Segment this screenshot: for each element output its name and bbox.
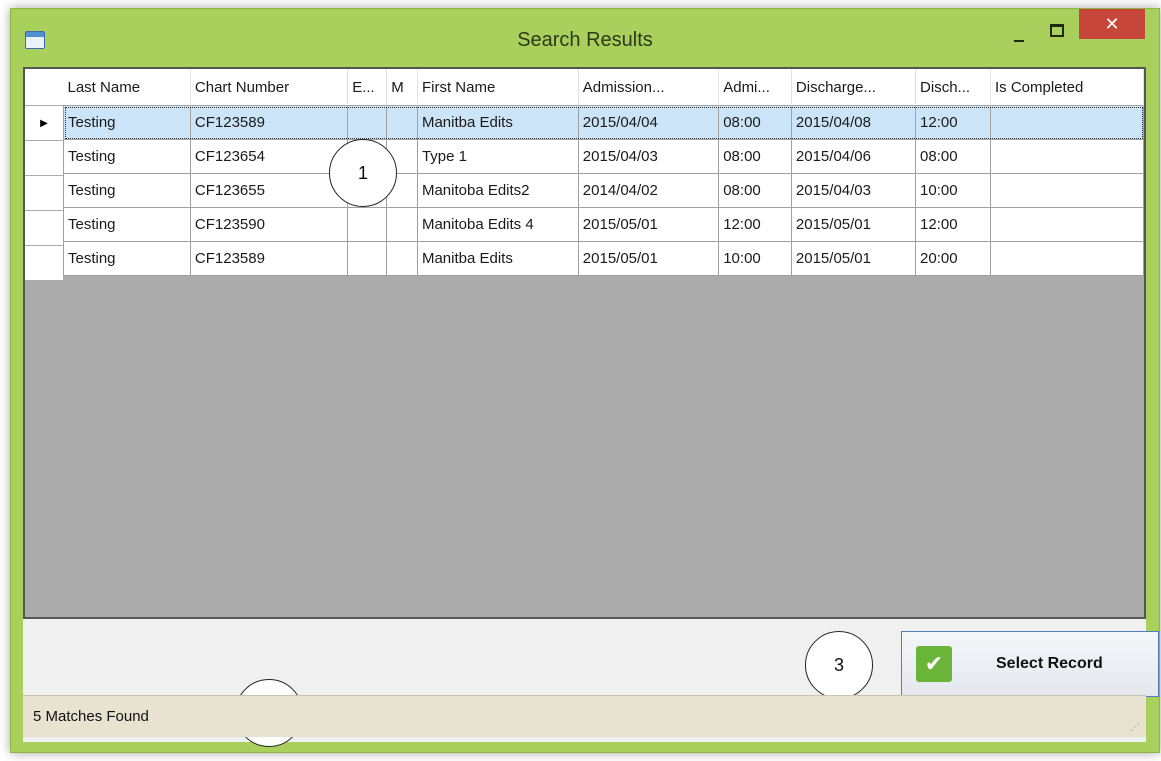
table-cell[interactable]: 08:00	[915, 139, 991, 174]
column-header[interactable]: Is Completed	[990, 69, 1144, 106]
table-cell[interactable]: Manitba Edits	[416, 241, 579, 276]
row-header[interactable]	[25, 211, 63, 245]
table-cell[interactable]: Type 1	[416, 139, 579, 174]
current-row-arrow-icon: ▶	[40, 117, 48, 129]
table-cell[interactable]: 2015/04/03	[790, 173, 917, 208]
column-header[interactable]: Disch...	[915, 69, 991, 106]
table-cell[interactable]: 12:00	[718, 207, 792, 242]
table-row[interactable]: Testing CF123589 Manitba Edits 2015/05/01 10…	[63, 241, 1144, 276]
table-cell[interactable]: Manitba Edits	[416, 105, 579, 140]
table-cell[interactable]	[386, 241, 418, 276]
table-cell[interactable]: 12:00	[915, 207, 991, 242]
table-cell[interactable]: 08:00	[718, 139, 792, 174]
table-cell[interactable]: 2014/04/02	[577, 173, 720, 208]
table-cell[interactable]	[386, 105, 418, 140]
results-table[interactable]: Last Name Chart Number E... M First Name Admi…	[63, 69, 1144, 276]
close-button[interactable]: ✕	[1079, 9, 1145, 39]
table-cell[interactable]	[347, 207, 388, 242]
column-header[interactable]: Admission...	[578, 69, 720, 106]
column-header[interactable]: Chart Number	[190, 69, 349, 106]
header-row: Last Name Chart Number E... M First Name Admi…	[63, 69, 1144, 106]
results-grid[interactable]: ▶ Last Name Chart Number E... M First Name Ad…	[23, 67, 1146, 619]
table-cell[interactable]: Manitoba Edits2	[416, 173, 579, 208]
table-cell[interactable]: 08:00	[718, 173, 792, 208]
table-cell[interactable]: 20:00	[915, 241, 991, 276]
table-cell[interactable]: 10:00	[718, 241, 792, 276]
table-cell[interactable]: Testing	[63, 241, 191, 276]
table-cell[interactable]: 12:00	[915, 105, 991, 140]
table-cell[interactable]: 2015/05/01	[577, 241, 720, 276]
row-header[interactable]	[25, 141, 63, 175]
table-cell[interactable]: 2015/04/06	[790, 139, 917, 174]
callout-marker: 1	[329, 139, 397, 207]
table-cell[interactable]	[989, 105, 1144, 140]
table-cell[interactable]: 2015/05/01	[790, 207, 917, 242]
column-header[interactable]: M	[386, 69, 418, 106]
table-cell[interactable]: Manitoba Edits 4	[416, 207, 579, 242]
table-row[interactable]: Testing CF123590 Manitoba Edits 4 2015/05/0…	[63, 207, 1144, 242]
table-cell[interactable]: 2015/05/01	[790, 241, 917, 276]
table-row[interactable]: Testing CF123654 Type 1 2015/04/03 08:00 2015…	[63, 139, 1144, 174]
client-area: ▶ Last Name Chart Number E... M First Name Ad…	[23, 67, 1159, 747]
row-header[interactable]	[25, 176, 63, 210]
table-cell[interactable]	[989, 139, 1144, 174]
table-cell[interactable]: 2015/05/01	[577, 207, 720, 242]
table-cell[interactable]	[989, 173, 1144, 208]
table-cell[interactable]: 2015/04/08	[790, 105, 917, 140]
table-cell[interactable]: 10:00	[915, 173, 991, 208]
maximize-icon	[1050, 23, 1064, 37]
table-row[interactable]: Testing CF123655 Manitoba Edits2 2014/04/02…	[63, 173, 1144, 208]
row-header[interactable]: ▶	[25, 106, 63, 140]
status-bar: 5 Matches Found ⋰	[23, 695, 1146, 737]
column-header[interactable]: E...	[347, 69, 388, 106]
table-cell[interactable]	[347, 241, 388, 276]
maximize-button[interactable]	[1041, 15, 1073, 45]
table-cell[interactable]: 2015/04/04	[577, 105, 720, 140]
table-cell[interactable]: CF123590	[189, 207, 349, 242]
table-cell[interactable]: Testing	[63, 207, 191, 242]
table-cell[interactable]: CF123655	[189, 173, 349, 208]
search-results-window: Search Results ✕ ▶ Last Name Chart Number…	[10, 8, 1160, 753]
table-cell[interactable]: Testing	[63, 173, 191, 208]
title-bar[interactable]: Search Results ✕	[11, 9, 1159, 69]
row-header[interactable]	[25, 246, 63, 280]
table-cell[interactable]	[386, 207, 418, 242]
column-header[interactable]: Admi...	[718, 69, 792, 106]
table-cell[interactable]: Testing	[63, 105, 191, 140]
table-cell[interactable]	[989, 241, 1144, 276]
table-cell[interactable]	[989, 207, 1144, 242]
select-record-label: Select Record	[996, 655, 1103, 672]
status-text: 5 Matches Found	[33, 708, 149, 725]
table-cell[interactable]: 2015/04/03	[577, 139, 720, 174]
select-record-button[interactable]: ✔ Select Record	[901, 631, 1159, 697]
callout-marker: 3	[805, 631, 873, 699]
window-title: Search Results	[517, 29, 653, 51]
table-cell[interactable]	[347, 105, 388, 140]
table-cell[interactable]: CF123589	[189, 241, 349, 276]
minimize-icon	[1014, 40, 1024, 42]
column-header[interactable]: First Name	[417, 69, 579, 106]
green-checkmark-icon: ✔	[916, 646, 952, 682]
close-icon: ✕	[1104, 13, 1120, 34]
column-header[interactable]: Last Name	[63, 69, 191, 106]
table-cell[interactable]: CF123589	[189, 105, 349, 140]
table-cell[interactable]: Testing	[63, 139, 191, 174]
resize-grip-icon[interactable]: ⋰	[1130, 722, 1140, 733]
table-cell[interactable]: 08:00	[718, 105, 792, 140]
minimize-button[interactable]	[1003, 19, 1035, 49]
table-row[interactable]: Testing CF123589 Manitba Edits 2015/04/04 08…	[63, 105, 1144, 140]
column-header[interactable]: Discharge...	[791, 69, 917, 106]
table-cell[interactable]: CF123654	[189, 139, 349, 174]
